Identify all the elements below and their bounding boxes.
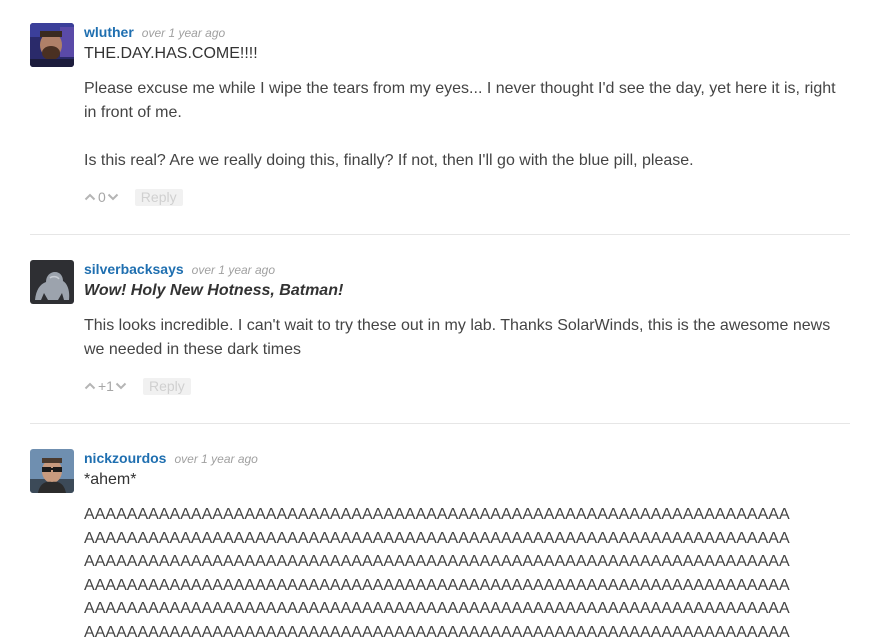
comment-meta: wluther over 1 year ago	[84, 23, 850, 41]
comment-paragraph: Please excuse me while I wipe the tears …	[84, 80, 836, 121]
vote-score: 0	[98, 189, 106, 205]
author-link[interactable]: wluther	[84, 24, 134, 40]
comment-title: *ahem*	[84, 471, 137, 488]
timestamp: over 1 year ago	[141, 26, 226, 40]
text-line: AAAAAAAAAAAAAAAAAAAAAAAAAAAAAAAAAAAAAAAA…	[84, 529, 790, 547]
divider	[30, 423, 850, 424]
comment-actions: 0 Reply	[84, 187, 183, 207]
comment-actions: +1 Reply	[84, 376, 191, 396]
reply-button[interactable]: Reply	[134, 188, 183, 206]
text-line: AAAAAAAAAAAAAAAAAAAAAAAAAAAAAAAAAAAAAAAA…	[84, 506, 790, 523]
comment-paragraph: Is this real? Are we really doing this, …	[84, 152, 694, 169]
author-link[interactable]: nickzourdos	[84, 450, 166, 466]
text-line: AAAAAAAAAAAAAAAAAAAAAAAAAAAAAAAAAAAAAAAA…	[84, 576, 790, 594]
comment: nickzourdos over 1 year ago *ahem* AAAAAA…	[30, 449, 850, 644]
comment-body: wluther over 1 year ago THE.DAY.HAS.COME!…	[84, 23, 850, 173]
chevron-up-icon[interactable]	[84, 192, 96, 202]
text-line: AAAAAAAAAAAAAAAAAAAAAAAAAAAAAAAAAAAAAAAA…	[84, 600, 790, 617]
vote-control: +1	[84, 378, 127, 394]
comment-feed: wluther over 1 year ago THE.DAY.HAS.COME!…	[0, 0, 879, 644]
comment-title: Wow! Holy New Hotness, Batman!	[84, 282, 344, 299]
comment-paragraph: This looks incredible. I can't wait to t…	[84, 317, 831, 358]
vote-score: +1	[98, 378, 114, 394]
avatar[interactable]	[30, 449, 74, 493]
avatar[interactable]	[30, 260, 74, 304]
timestamp: over 1 year ago	[174, 452, 258, 466]
comment-text-block: AAAAAAAAAAAAAAAAAAAAAAAAAAAAAAAAAAAAAAAA…	[84, 503, 850, 644]
chevron-up-icon[interactable]	[84, 381, 96, 391]
chevron-down-icon[interactable]	[115, 381, 127, 391]
timestamp: over 1 year ago	[191, 263, 276, 277]
avatar[interactable]	[30, 23, 74, 67]
text-line: AAAAAAAAAAAAAAAAAAAAAAAAAAAAAAAAAAAAAAAA…	[84, 553, 790, 570]
comment-title: THE.DAY.HAS.COME!!!!	[84, 45, 258, 62]
comment-meta: nickzourdos over 1 year ago	[84, 449, 850, 467]
chevron-down-icon[interactable]	[107, 192, 119, 202]
divider	[30, 234, 850, 235]
comment-meta: silverbacksays over 1 year ago	[84, 260, 850, 278]
comment: silverbacksays over 1 year ago Wow! Holy …	[30, 260, 850, 405]
vote-control: 0	[84, 189, 119, 205]
comment: wluther over 1 year ago THE.DAY.HAS.COME!…	[30, 23, 850, 213]
text-line: AAAAAAAAAAAAAAAAAAAAAAAAAAAAAAAAAAAAAAAA…	[84, 623, 790, 641]
author-link[interactable]: silverbacksays	[84, 261, 184, 277]
reply-button[interactable]: Reply	[142, 377, 191, 395]
comment-body: nickzourdos over 1 year ago *ahem* AAAAAA…	[84, 449, 850, 644]
comment-body: silverbacksays over 1 year ago Wow! Holy …	[84, 260, 850, 362]
